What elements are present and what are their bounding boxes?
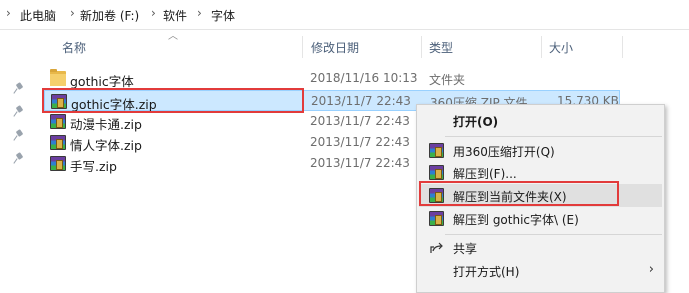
menu-item-open-with[interactable]: 打开方式(H) › xyxy=(419,259,662,282)
column-divider[interactable] xyxy=(622,36,623,58)
breadcrumb-separator-icon[interactable]: › xyxy=(197,6,202,20)
zip-icon xyxy=(429,165,444,180)
menu-separator xyxy=(445,234,662,235)
column-divider[interactable] xyxy=(421,36,422,58)
sort-ascending-icon: ︿ xyxy=(168,31,178,42)
context-menu: 打开(O) 用360压缩打开(Q) 解压到(F)... 解压到当前文件夹(X) … xyxy=(416,104,665,293)
file-date: 2018/11/16 10:13 xyxy=(310,71,418,85)
menu-separator xyxy=(445,136,662,137)
zip-icon xyxy=(51,94,67,109)
column-header-name[interactable]: 名称 xyxy=(62,34,86,58)
file-date: 2013/11/7 22:43 xyxy=(310,114,410,128)
menu-item-share[interactable]: 共享 xyxy=(419,236,662,259)
file-name: 情人字体.zip xyxy=(70,138,142,153)
menu-item-label: 解压到当前文件夹(X) xyxy=(453,190,567,204)
breadcrumb-chevron-icon[interactable]: › xyxy=(6,6,11,20)
menu-item-label: 共享 xyxy=(453,242,478,256)
folder-icon xyxy=(50,69,66,86)
file-name: 手写.zip xyxy=(70,159,117,174)
menu-item-extract-to[interactable]: 解压到(F)... xyxy=(419,161,662,184)
file-row[interactable]: gothic字体 2018/11/16 10:13 文件夹 xyxy=(44,68,620,89)
column-header-date[interactable]: 修改日期 xyxy=(311,34,359,58)
zip-icon xyxy=(50,135,66,150)
file-date: 2013/11/7 22:43 xyxy=(310,135,410,149)
chevron-right-icon: › xyxy=(648,262,654,277)
menu-item-label: 用360压缩打开(Q) xyxy=(453,145,555,159)
breadcrumb-item-software[interactable]: 软件 xyxy=(163,7,187,24)
menu-item-label: 打开(O) xyxy=(453,115,499,129)
address-bar[interactable]: › 此电脑 › 新加卷 (F:) › 软件 › 字体 xyxy=(0,0,689,30)
menu-item-label: 解压到 gothic字体\ (E) xyxy=(453,213,579,227)
file-type: 文件夹 xyxy=(429,73,466,87)
menu-item-extract-here[interactable]: 解压到当前文件夹(X) xyxy=(419,184,662,207)
column-divider[interactable] xyxy=(302,36,303,58)
zip-icon xyxy=(429,211,444,226)
zip-icon xyxy=(429,143,444,158)
breadcrumb-item-fonts[interactable]: 字体 xyxy=(211,7,235,24)
file-name: gothic字体 xyxy=(70,74,134,89)
breadcrumb-item-drive[interactable]: 新加卷 (F:) xyxy=(80,7,139,24)
breadcrumb-item-this-pc[interactable]: 此电脑 xyxy=(20,7,56,24)
file-name: 动漫卡通.zip xyxy=(70,117,142,132)
pin-icon[interactable] xyxy=(13,153,25,165)
menu-item-extract-to-folder[interactable]: 解压到 gothic字体\ (E) xyxy=(419,207,662,230)
column-header-size[interactable]: 大小 xyxy=(549,34,573,58)
file-date: 2013/11/7 22:43 xyxy=(310,156,410,170)
menu-item-open-with-360[interactable]: 用360压缩打开(Q) xyxy=(419,139,662,162)
breadcrumb-separator-icon[interactable]: › xyxy=(151,6,156,20)
zip-icon xyxy=(50,156,66,171)
zip-icon xyxy=(429,188,444,203)
column-divider[interactable] xyxy=(541,36,542,58)
zip-icon xyxy=(50,114,66,129)
column-header-type[interactable]: 类型 xyxy=(429,34,453,58)
pin-icon[interactable] xyxy=(13,130,25,142)
menu-item-open[interactable]: 打开(O) xyxy=(419,109,662,132)
file-date: 2013/11/7 22:43 xyxy=(311,94,411,108)
share-icon xyxy=(429,240,444,255)
breadcrumb-separator-icon[interactable]: › xyxy=(70,6,75,20)
pin-icon[interactable] xyxy=(13,83,25,95)
pin-icon[interactable] xyxy=(13,106,25,118)
menu-item-label: 解压到(F)... xyxy=(453,167,517,181)
menu-item-label: 打开方式(H) xyxy=(453,265,520,279)
